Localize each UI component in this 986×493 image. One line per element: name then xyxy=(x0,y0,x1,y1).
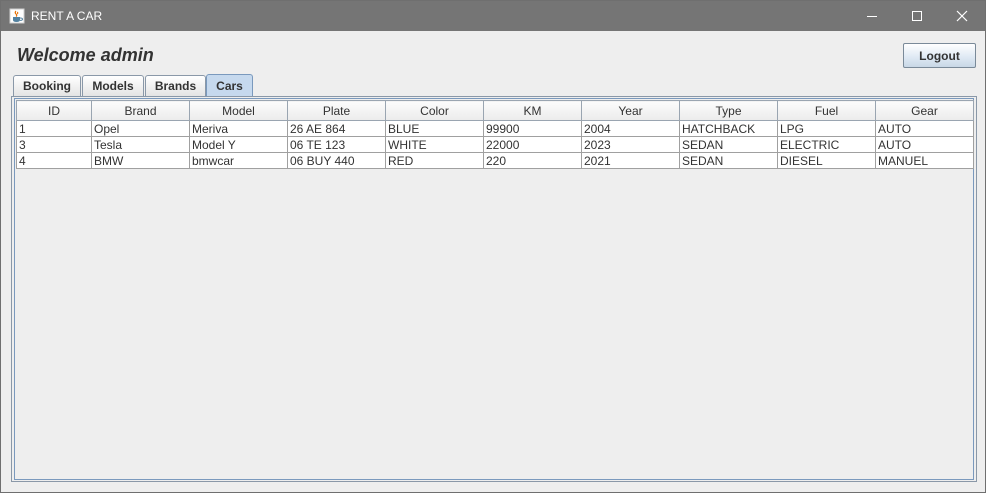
cell-brand[interactable]: Opel xyxy=(91,120,190,137)
cell-color[interactable]: BLUE xyxy=(385,120,484,137)
column-header-model[interactable]: Model xyxy=(189,100,288,121)
table-row[interactable]: 3 Tesla Model Y 06 TE 123 WHITE 22000 20… xyxy=(16,136,974,153)
maximize-button[interactable] xyxy=(894,1,940,31)
cell-color[interactable]: WHITE xyxy=(385,136,484,153)
column-header-color[interactable]: Color xyxy=(385,100,484,121)
tab-booking[interactable]: Booking xyxy=(13,75,81,96)
cell-plate[interactable]: 26 AE 864 xyxy=(287,120,386,137)
column-header-brand[interactable]: Brand xyxy=(91,100,190,121)
cars-table: ID Brand Model Plate Color KM Year Type … xyxy=(16,100,974,169)
cell-id[interactable]: 3 xyxy=(16,136,92,153)
title-bar[interactable]: RENT A CAR xyxy=(1,1,985,31)
column-header-gear[interactable]: Gear xyxy=(875,100,974,121)
cell-fuel[interactable]: DIESEL xyxy=(777,152,876,169)
cell-year[interactable]: 2021 xyxy=(581,152,680,169)
column-header-id[interactable]: ID xyxy=(16,100,92,121)
minimize-icon xyxy=(867,16,877,17)
minimize-button[interactable] xyxy=(849,1,895,31)
java-cup-icon xyxy=(9,8,25,24)
cell-fuel[interactable]: LPG xyxy=(777,120,876,137)
cell-km[interactable]: 22000 xyxy=(483,136,582,153)
cell-brand[interactable]: Tesla xyxy=(91,136,190,153)
column-header-type[interactable]: Type xyxy=(679,100,778,121)
column-header-plate[interactable]: Plate xyxy=(287,100,386,121)
cell-color[interactable]: RED xyxy=(385,152,484,169)
close-icon xyxy=(956,10,968,22)
cell-gear[interactable]: AUTO xyxy=(875,136,974,153)
logout-button[interactable]: Logout xyxy=(903,43,976,68)
close-button[interactable] xyxy=(939,1,985,31)
welcome-label: Welcome admin xyxy=(17,45,154,65)
window-title: RENT A CAR xyxy=(31,9,103,23)
cell-model[interactable]: Model Y xyxy=(189,136,288,153)
tab-brands[interactable]: Brands xyxy=(145,75,206,96)
table-row[interactable]: 4 BMW bmwcar 06 BUY 440 RED 220 2021 SED… xyxy=(16,152,974,169)
cell-year[interactable]: 2023 xyxy=(581,136,680,153)
table-header-row: ID Brand Model Plate Color KM Year Type … xyxy=(16,100,974,121)
cell-gear[interactable]: MANUEL xyxy=(875,152,974,169)
table-row[interactable]: 1 Opel Meriva 26 AE 864 BLUE 99900 2004 … xyxy=(16,120,974,137)
cell-gear[interactable]: AUTO xyxy=(875,120,974,137)
cell-brand[interactable]: BMW xyxy=(91,152,190,169)
tab-models[interactable]: Models xyxy=(82,75,144,96)
column-header-fuel[interactable]: Fuel xyxy=(777,100,876,121)
cell-fuel[interactable]: ELECTRIC xyxy=(777,136,876,153)
cell-type[interactable]: HATCHBACK xyxy=(679,120,778,137)
maximize-icon xyxy=(912,11,922,21)
cars-tab-panel: ID Brand Model Plate Color KM Year Type … xyxy=(11,96,977,482)
table-scroll-pane[interactable]: ID Brand Model Plate Color KM Year Type … xyxy=(14,98,974,480)
cell-type[interactable]: SEDAN xyxy=(679,136,778,153)
cell-model[interactable]: Meriva xyxy=(189,120,288,137)
cell-type[interactable]: SEDAN xyxy=(679,152,778,169)
cell-km[interactable]: 220 xyxy=(483,152,582,169)
column-header-year[interactable]: Year xyxy=(581,100,680,121)
cell-plate[interactable]: 06 BUY 440 xyxy=(287,152,386,169)
main-window: RENT A CAR Welcome admin Logout Booking … xyxy=(0,0,986,493)
cell-id[interactable]: 4 xyxy=(16,152,92,169)
cell-km[interactable]: 99900 xyxy=(483,120,582,137)
cell-model[interactable]: bmwcar xyxy=(189,152,288,169)
cell-year[interactable]: 2004 xyxy=(581,120,680,137)
tab-cars[interactable]: Cars xyxy=(206,74,253,97)
cell-plate[interactable]: 06 TE 123 xyxy=(287,136,386,153)
column-header-km[interactable]: KM xyxy=(483,100,582,121)
cell-id[interactable]: 1 xyxy=(16,120,92,137)
